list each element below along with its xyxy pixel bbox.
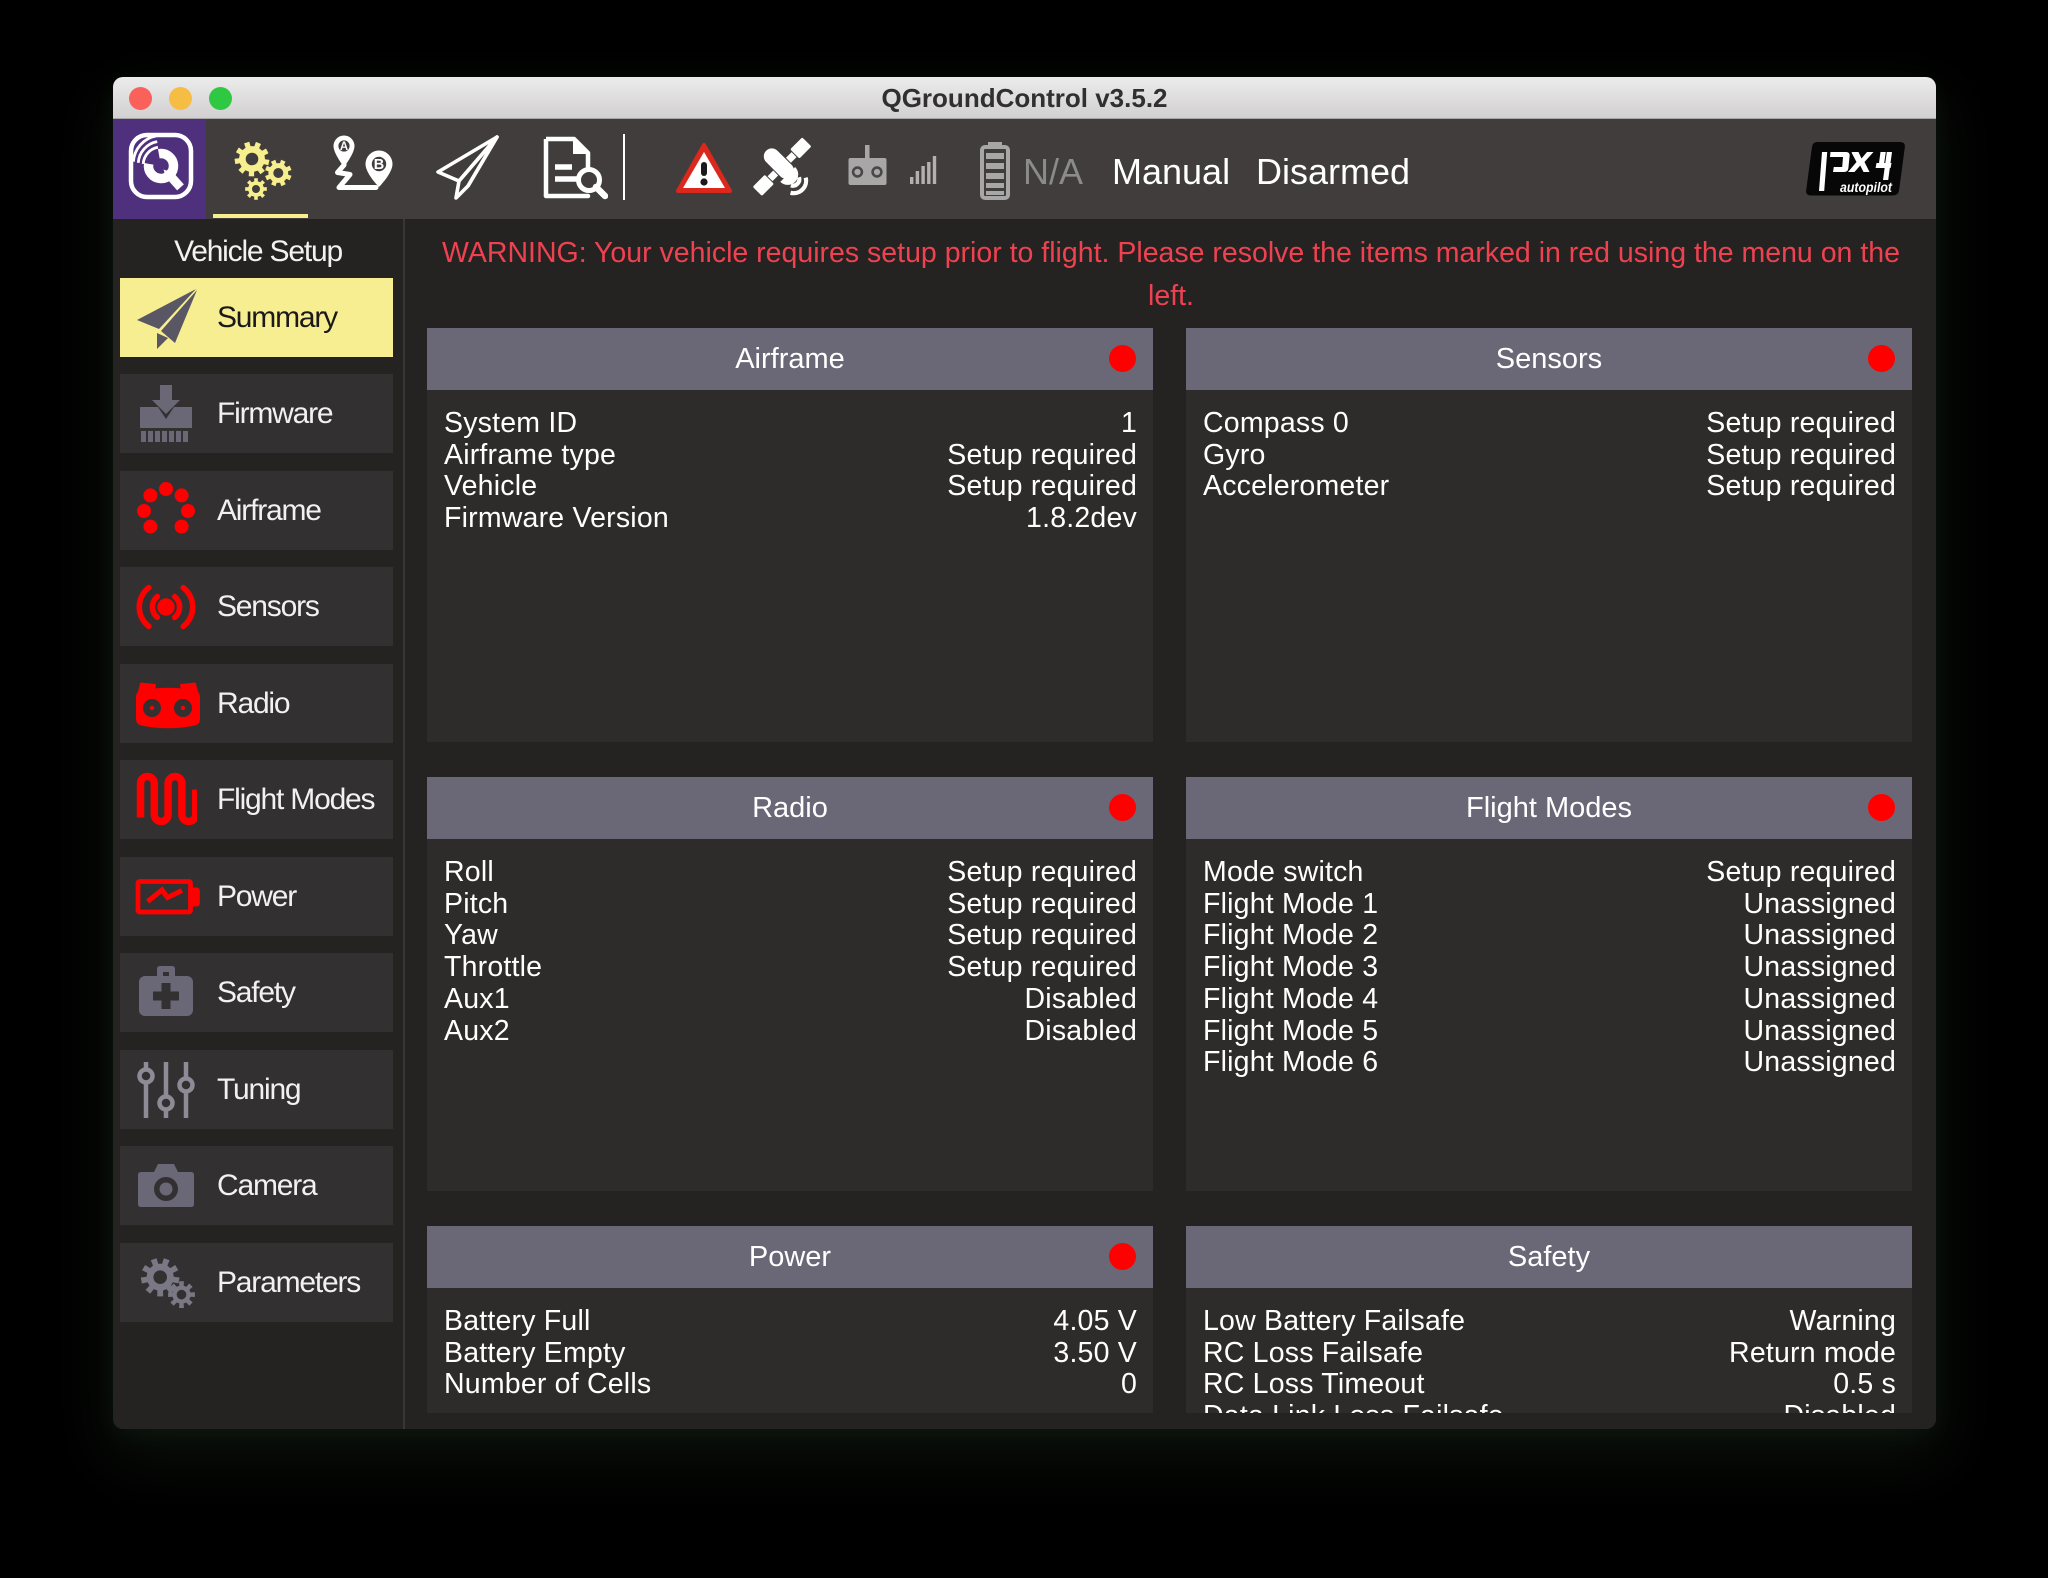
svg-text:autopilot: autopilot (1840, 180, 1892, 195)
svg-text:A: A (340, 141, 348, 153)
svg-text:B: B (374, 157, 384, 173)
